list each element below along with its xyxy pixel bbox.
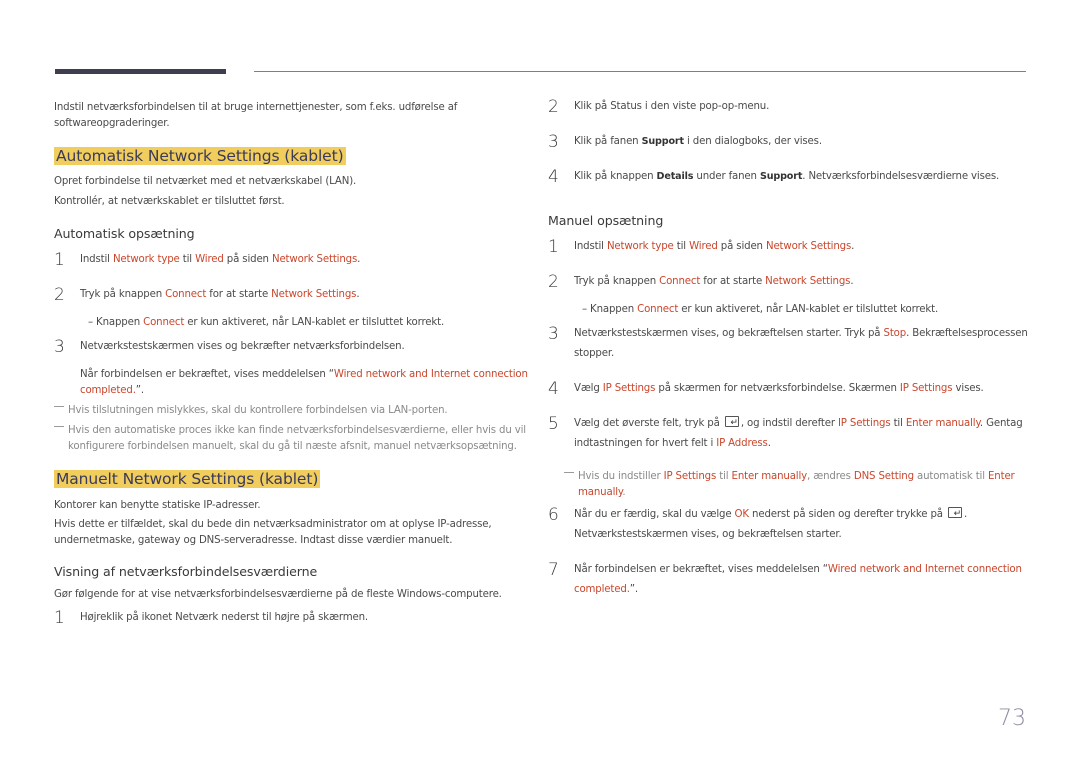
- highlighted-term: Connect: [659, 276, 701, 287]
- step-text: Klik på knappen Details under fanen Supp…: [574, 171, 1000, 182]
- highlighted-term: Connect: [143, 317, 185, 328]
- step-number: 7: [548, 560, 559, 580]
- highlighted-term: Network Settings: [765, 241, 852, 252]
- highlighted-term: Wired: [689, 241, 718, 252]
- highlighted-term: Support: [759, 171, 803, 182]
- view-values-p: Gør følgende for at vise netværksforbind…: [54, 589, 502, 600]
- step-text: Netværkstestskærmen vises og bekræfter n…: [80, 341, 405, 352]
- auto-p2: Kontrollér, at netværkskablet er tilslut…: [54, 196, 285, 207]
- manual-note-5: Hvis du indstiller IP Settings til Enter…: [564, 469, 1044, 501]
- step-number: 2: [548, 97, 559, 117]
- highlighted-term: Network type: [112, 254, 180, 265]
- page-number: 73: [998, 706, 1026, 731]
- highlighted-term: Support: [641, 136, 684, 147]
- highlighted-term: Wired: [195, 254, 224, 265]
- auto-note-1: Hvis tilslutningen mislykkes, skal du ko…: [54, 403, 534, 419]
- enter-key-icon: [724, 413, 739, 433]
- note-dash-icon: [54, 406, 64, 407]
- highlighted-term: Connect: [637, 304, 679, 315]
- highlighted-term: IP Address: [716, 438, 768, 449]
- manual-section-title: Manuelt Network Settings (kablet): [54, 470, 321, 488]
- highlighted-term: Wired network and Internet connection co…: [574, 564, 1022, 595]
- note-dash-icon: [54, 426, 64, 427]
- highlighted-term: IP Settings: [663, 471, 717, 482]
- auto-subtitle: Automatisk opsætning: [54, 226, 195, 241]
- step-number: 6: [548, 505, 559, 525]
- highlighted-term: Wired network and Internet connection co…: [80, 369, 528, 396]
- highlighted-term: Network type: [606, 241, 674, 252]
- step-text: Indstil Network type til Wired på siden …: [574, 241, 855, 252]
- step-number: 4: [548, 167, 559, 187]
- highlighted-term: Stop: [883, 328, 907, 339]
- intro-text: Indstil netværksforbindelsen til at brug…: [54, 102, 458, 129]
- step-text: Vælg IP Settings på skærmen for netværks…: [574, 383, 984, 394]
- step-text: Tryk på knappen Connect for at starte Ne…: [80, 289, 360, 300]
- auto-p1: Opret forbindelse til netværket med et n…: [54, 176, 357, 187]
- step-number: 3: [54, 337, 65, 357]
- step-number: 2: [548, 272, 559, 292]
- auto-sub-note: – Knappen Connect er kun aktiveret, når …: [88, 317, 445, 328]
- note-dash-icon: [564, 472, 574, 473]
- highlighted-term: OK: [734, 509, 750, 520]
- highlighted-term: Network Settings: [765, 276, 851, 287]
- auto-section-title: Automatisk Network Settings (kablet): [54, 147, 346, 165]
- manual-p1: Kontorer kan benytte statiske IP-adresse…: [54, 500, 261, 511]
- header-rule-thick: [55, 69, 226, 74]
- view-values-subtitle: Visning af netværksforbindelsesværdierne: [54, 564, 318, 579]
- step-text: Indstil Network type til Wired på siden …: [80, 254, 361, 265]
- step-number: 3: [548, 132, 559, 152]
- step-number: 1: [548, 237, 559, 257]
- step-text: Vælg det øverste felt, tryk på , og inds…: [574, 413, 1028, 454]
- header-rule-thin: [254, 71, 1026, 72]
- step-number: 1: [54, 250, 65, 270]
- step-text: Når du er færdig, skal du vælge OK neder…: [574, 504, 1028, 545]
- step-text: Klik på Status i den viste pop-op-menu.: [574, 101, 770, 112]
- step-text: Netværkstestskærmen vises, og bekræftels…: [574, 328, 1028, 359]
- manual-p2: Hvis dette er tilfældet, skal du bede di…: [54, 519, 492, 546]
- highlighted-term: IP Settings: [899, 383, 953, 394]
- highlighted-term: IP Settings: [602, 383, 656, 394]
- highlighted-term: DNS Setting: [853, 471, 914, 482]
- highlighted-term: Network Settings: [271, 289, 357, 300]
- manual-sub-note: – Knappen Connect er kun aktiveret, når …: [582, 304, 939, 315]
- step-text: Klik på fanen Support i den dialogboks, …: [574, 136, 822, 147]
- step-number: 2: [54, 285, 65, 305]
- manual-setup-subtitle: Manuel opsætning: [548, 213, 664, 228]
- auto-confirm-text: Når forbindelsen er bekræftet, vises med…: [80, 369, 528, 396]
- step-number: 4: [548, 379, 559, 399]
- step-number: 3: [548, 324, 559, 344]
- highlighted-term: Details: [656, 171, 694, 182]
- step-text: Tryk på knappen Connect for at starte Ne…: [574, 276, 854, 287]
- highlighted-term: Enter manually: [905, 418, 980, 429]
- auto-note-2: Hvis den automatiske proces ikke kan fin…: [54, 423, 548, 455]
- highlighted-term: IP Settings: [837, 418, 891, 429]
- highlighted-term: Network Settings: [271, 254, 358, 265]
- step-number: 5: [548, 414, 559, 434]
- step-number: 1: [54, 608, 65, 628]
- step-text: Højreklik på ikonet Netværk nederst til …: [80, 612, 368, 623]
- enter-key-icon: [947, 504, 962, 524]
- step-text: Når forbindelsen er bekræftet, vises med…: [574, 564, 1022, 595]
- highlighted-term: Enter manually: [731, 471, 808, 482]
- highlighted-term: Connect: [165, 289, 207, 300]
